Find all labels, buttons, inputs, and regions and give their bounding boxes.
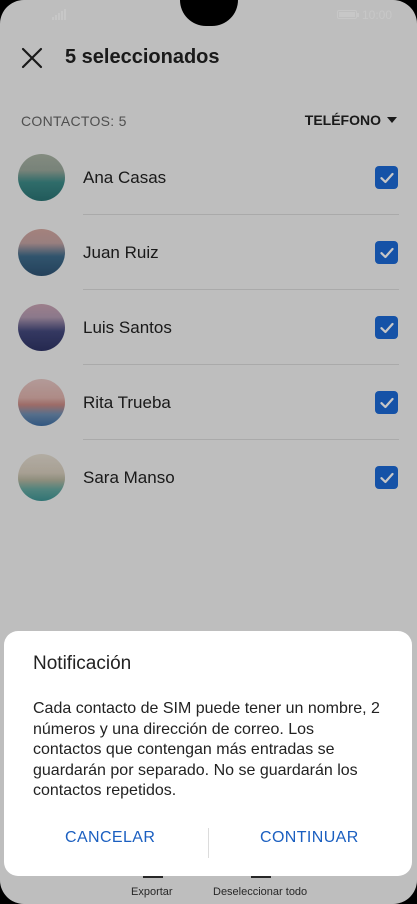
- continue-button[interactable]: CONTINUAR: [260, 829, 359, 847]
- notification-dialog: Notificación Cada contacto de SIM puede …: [4, 631, 412, 876]
- dialog-message: Cada contacto de SIM puede tener un nomb…: [33, 700, 380, 799]
- screen: 10:00 5 seleccionados CONTACTOS: 5 TELÉF…: [0, 0, 417, 904]
- button-divider: [208, 828, 209, 858]
- cancel-button[interactable]: CANCELAR: [65, 829, 155, 847]
- dialog-title: Notificación: [33, 653, 132, 674]
